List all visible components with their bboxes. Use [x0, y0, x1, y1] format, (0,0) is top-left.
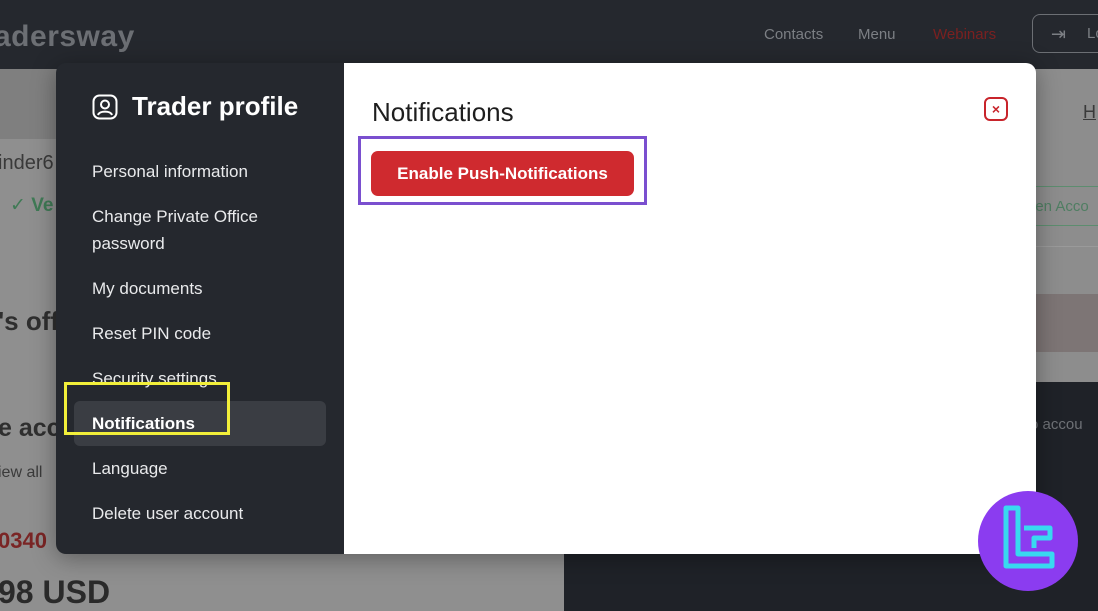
background-text: H	[1083, 102, 1096, 122]
profile-menu: Personal information Change Private Offi…	[74, 149, 326, 536]
background-login-button: ⇥ Lo	[1032, 14, 1098, 53]
close-button[interactable]: ×	[984, 97, 1008, 121]
background-text: 98 USD	[0, 574, 111, 610]
background-nav-webinars: Webinars	[933, 26, 997, 43]
background-text: e acc	[0, 414, 61, 442]
page-title: Notifications	[372, 97, 514, 127]
sidebar-item-my-documents[interactable]: My documents	[74, 266, 326, 311]
sidebar-item-delete-account[interactable]: Delete user account	[74, 491, 326, 536]
profile-sidebar: Trader profile Personal information Chan…	[56, 63, 344, 554]
background-text: o accou	[1030, 416, 1083, 433]
sidebar-title: Trader profile	[92, 91, 298, 122]
background-nav-menu: Menu	[858, 26, 896, 43]
close-icon: ×	[991, 101, 1001, 117]
sidebar-item-language[interactable]: Language	[74, 446, 326, 491]
watermark-logo	[978, 491, 1078, 591]
sidebar-title-text: Trader profile	[132, 91, 299, 121]
logout-icon: ⇥	[1051, 24, 1067, 44]
background-text: ✓ Ve	[10, 195, 54, 216]
sidebar-item-personal-information[interactable]: Personal information	[74, 149, 326, 194]
background-login-label: Lo	[1087, 25, 1098, 42]
highlight-box-notifications-item	[64, 382, 230, 435]
background-text: inder6	[0, 152, 54, 174]
user-profile-icon	[92, 94, 118, 119]
background-logo: adersway	[0, 20, 135, 53]
sidebar-item-change-password[interactable]: Change Private Office password	[74, 194, 326, 266]
background-nav-contacts: Contacts	[764, 26, 824, 43]
sidebar-item-reset-pin[interactable]: Reset PIN code	[74, 311, 326, 356]
background-text: 's off	[0, 306, 60, 336]
background-text: 0340	[0, 528, 47, 553]
brand-logo-icon	[1003, 505, 1055, 569]
background-text: iew all	[0, 464, 43, 481]
highlight-box-push-button	[358, 136, 647, 205]
